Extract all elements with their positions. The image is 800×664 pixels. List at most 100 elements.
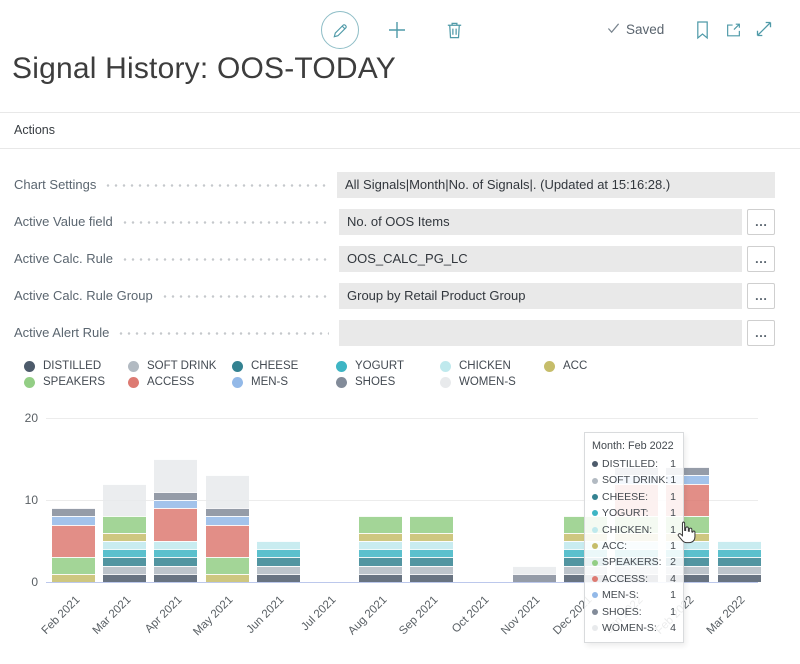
bar-mar-2022[interactable]: [718, 541, 761, 582]
x-tick-label-mar-2021: Mar 2021: [79, 594, 133, 648]
add-button[interactable]: [386, 19, 408, 41]
tooltip-value: 4: [670, 620, 676, 636]
field-row-active-alert-rule: Active Alert Rule …: [14, 320, 775, 346]
bar-segment-distilled: [103, 574, 146, 582]
field-row-active-value-field: Active Value field No. of OOS Items…: [14, 209, 775, 235]
bar-segment-men-s: [206, 516, 249, 524]
legend-label: MEN-S: [251, 376, 288, 388]
tooltip-label: DISTILLED:: [602, 456, 668, 472]
bar-aug-2021[interactable]: [359, 516, 402, 582]
bookmark-button[interactable]: [695, 20, 710, 40]
legend-item-women-s[interactable]: WOMEN-S: [440, 376, 544, 388]
bar-segment-distilled: [154, 574, 197, 582]
x-tick-label-aug-2021: Aug 2021: [335, 594, 389, 648]
tooltip-dot: [592, 576, 598, 582]
page-title: Signal History: OOS-TODAY: [12, 52, 396, 86]
dotted-leader: [121, 221, 329, 224]
field-row-active-calc-rule: Active Calc. Rule OOS_CALC_PG_LC…: [14, 246, 775, 272]
tooltip-row-soft-drink: SOFT DRINK:1: [592, 472, 676, 488]
ellipsis-button-active-calc-rule-group[interactable]: …: [747, 283, 775, 309]
tooltip-label: CHEESE:: [602, 489, 668, 505]
field-value-active-calc-rule-group[interactable]: Group by Retail Product Group: [339, 283, 742, 309]
legend-item-shoes[interactable]: SHOES: [336, 376, 440, 388]
tooltip-value: 1: [670, 604, 676, 620]
legend-label: CHICKEN: [459, 360, 511, 372]
gridline-20: [46, 418, 758, 419]
bar-segment-soft-drink: [410, 566, 453, 574]
tooltip-label: ACC:: [602, 538, 668, 554]
tooltip-label: SOFT DRINK:: [602, 472, 668, 488]
ellipsis-button-active-alert-rule[interactable]: …: [747, 320, 775, 346]
bar-may-2021[interactable]: [206, 475, 249, 582]
save-status-label: Saved: [626, 22, 664, 37]
tooltip-dot: [592, 592, 598, 598]
tooltip-row-distilled: DISTILLED:1: [592, 456, 676, 472]
actions-menu-item[interactable]: Actions: [14, 113, 55, 148]
tooltip-row-yogurt: YOGURT:1: [592, 505, 676, 521]
bar-feb-2021[interactable]: [52, 508, 95, 582]
bar-segment-cheese: [359, 557, 402, 565]
edit-button[interactable]: [321, 11, 359, 49]
ellipsis-button-active-calc-rule[interactable]: …: [747, 246, 775, 272]
field-value-active-value-field[interactable]: No. of OOS Items: [339, 209, 742, 235]
bar-segment-shoes: [206, 508, 249, 516]
tooltip-dot: [592, 494, 598, 500]
tooltip-value: 1: [670, 489, 676, 505]
field-label: Active Calc. Rule: [14, 246, 113, 272]
ellipsis-button-active-value-field[interactable]: …: [747, 209, 775, 235]
legend-item-distilled[interactable]: DISTILLED: [24, 360, 128, 372]
tooltip-title: Month: Feb 2022: [592, 440, 676, 452]
field-label: Active Value field: [14, 209, 113, 235]
legend-item-access[interactable]: ACCESS: [128, 376, 232, 388]
popout-button[interactable]: [724, 21, 743, 39]
legend-dot: [24, 361, 35, 372]
chart-tooltip: Month: Feb 2022 DISTILLED:1SOFT DRINK:1C…: [584, 432, 684, 643]
legend-dot: [440, 377, 451, 388]
legend-item-soft-drink[interactable]: SOFT DRINK: [128, 360, 232, 372]
bar-segment-distilled: [359, 574, 402, 582]
legend-item-chicken[interactable]: CHICKEN: [440, 360, 544, 372]
legend-item-yogurt[interactable]: YOGURT: [336, 360, 440, 372]
legend-dot: [336, 377, 347, 388]
tooltip-value: 1: [670, 472, 676, 488]
field-value-active-calc-rule[interactable]: OOS_CALC_PG_LC: [339, 246, 742, 272]
bar-segment-cheese: [718, 557, 761, 565]
tooltip-label: SPEAKERS:: [602, 554, 668, 570]
bar-segment-distilled: [718, 574, 761, 582]
hand-cursor-icon: [673, 519, 700, 551]
field-row-active-calc-rule-group: Active Calc. Rule GroupGroup by Retail P…: [14, 283, 775, 309]
bookmark-icon: [695, 28, 710, 43]
tooltip-value: 4: [670, 571, 676, 587]
legend-dot: [24, 377, 35, 388]
field-label: Active Alert Rule: [14, 320, 109, 346]
legend-item-men-s[interactable]: MEN-S: [232, 376, 336, 388]
legend-label: YOGURT: [355, 360, 404, 372]
tooltip-row-cheese: CHEESE:1: [592, 489, 676, 505]
legend-label: SHOES: [355, 376, 395, 388]
bar-segment-soft-drink: [103, 566, 146, 574]
bar-nov-2021[interactable]: [513, 566, 556, 582]
field-value-active-alert-rule[interactable]: [339, 320, 742, 346]
tooltip-row-shoes: SHOES:1: [592, 604, 676, 620]
tooltip-dot: [592, 527, 598, 533]
tooltip-row-women-s: WOMEN-S:4: [592, 620, 676, 636]
top-toolbar: Saved: [0, 0, 800, 56]
legend-item-acc[interactable]: ACC: [544, 360, 648, 372]
bar-sep-2021[interactable]: [410, 516, 453, 582]
x-tick-label-mar-2022: Mar 2022: [694, 594, 748, 648]
bar-segment-yogurt: [359, 549, 402, 557]
bar-segment-women-s: [154, 459, 197, 492]
field-value-chart-settings[interactable]: All Signals|Month|No. of Signals|. (Upda…: [337, 172, 775, 198]
legend-item-speakers[interactable]: SPEAKERS: [24, 376, 128, 388]
tooltip-dot: [592, 543, 598, 549]
bar-apr-2021[interactable]: [154, 459, 197, 582]
x-tick-label-jun-2021: Jun 2021: [233, 594, 287, 648]
bar-mar-2021[interactable]: [103, 484, 146, 582]
dotted-leader: [104, 184, 327, 187]
legend-item-cheese[interactable]: CHEESE: [232, 360, 336, 372]
bar-jun-2021[interactable]: [257, 541, 300, 582]
delete-button[interactable]: [444, 19, 465, 41]
expand-button[interactable]: [755, 20, 773, 38]
chart-legend: DISTILLEDSOFT DRINKCHEESE YOGURT CHICKEN AC…: [24, 360, 648, 388]
legend-dot: [128, 377, 139, 388]
